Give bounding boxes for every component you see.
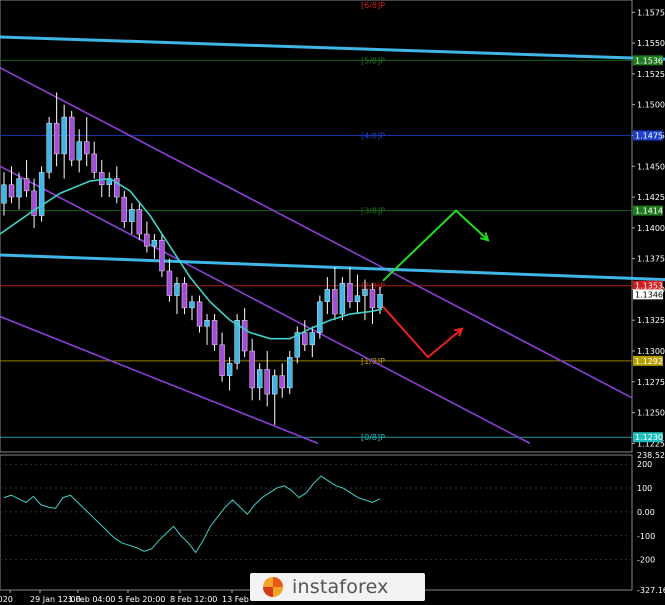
candle-body: [16, 178, 22, 198]
murray-level-label: [3/8]P: [361, 207, 385, 216]
indicator-tick-label: -200: [637, 556, 655, 565]
price-tick-label: 1.1400: [637, 224, 665, 233]
price-tick-label: 1.1325: [637, 316, 665, 325]
candle-body: [53, 122, 60, 155]
candle-body: [23, 178, 30, 192]
price-tick-label: 1.1425: [637, 193, 665, 202]
time-tick-label: 2 Jan 2020: [0, 595, 13, 604]
candle-body: [354, 295, 361, 302]
price-badge-label: 1.1292: [635, 357, 663, 366]
indicator-tick-label: 0.00: [637, 508, 655, 517]
candle-body: [68, 116, 75, 161]
indicator-tick-label: 100: [637, 484, 652, 493]
price-badge-label: 1.1230: [635, 433, 663, 442]
time-tick-label: 8 Feb 12:00: [170, 595, 217, 604]
price-badge-label: 1.1414: [635, 207, 663, 216]
murray-level-label: [6/8]P: [361, 1, 385, 10]
candle-body: [339, 283, 346, 315]
candle-body: [204, 320, 210, 327]
candle-body: [226, 363, 233, 376]
time-tick-label: 5 Feb 20:00: [118, 595, 165, 604]
instaforex-logo: instaforex: [250, 573, 425, 601]
candle-body: [302, 332, 308, 346]
candle-body: [61, 116, 67, 155]
price-badge-label: 1.1536: [635, 56, 663, 65]
candle-body: [377, 294, 383, 309]
indicator-tick-label: -100: [637, 532, 655, 541]
price-axis: 1.1575 1.1550 1.1525 1.1500 1.1475 1.1450 1.14…: [632, 8, 665, 448]
candle-body: [332, 289, 338, 315]
candle-body: [241, 320, 248, 352]
candle-body: [151, 239, 158, 247]
candle-body: [287, 356, 293, 389]
candle-body: [211, 320, 218, 346]
candle-body: [144, 233, 150, 247]
candle-body: [1, 184, 7, 204]
candle-body: [347, 283, 353, 302]
candle-body: [181, 283, 188, 309]
instaforex-logo-text: instaforex: [292, 576, 389, 598]
time-tick-label: 1 Feb 04:00: [68, 595, 115, 604]
candle-body: [189, 301, 195, 309]
candle-body: [264, 369, 270, 395]
candle-body: [317, 301, 323, 333]
candle-body: [369, 289, 376, 309]
candle-body: [279, 375, 285, 389]
indicator-tick-label: -327.1672: [637, 586, 665, 595]
candle-body: [219, 344, 225, 376]
chart-canvas: [6/8]P[5/8]P[4/8]P[3/8]P[2/8]P[1/8]P[0/8…: [0, 0, 665, 605]
candle-body: [324, 289, 331, 302]
candle-body: [38, 172, 45, 216]
time-tick-label: 13 Feb: [222, 595, 249, 604]
price-tick-label: 1.1250: [637, 409, 665, 418]
candle-body: [196, 301, 203, 327]
candle-body: [249, 350, 255, 389]
price-badge-label: 1.1346: [635, 290, 663, 299]
indicator-tick-label: 200: [637, 460, 652, 469]
price-tick-label: 1.1275: [637, 378, 665, 387]
instaforex-logo-mark: [262, 576, 284, 598]
candle-body: [46, 122, 52, 173]
indicator-tick-label: 238.5227: [637, 451, 665, 460]
candle-body: [272, 375, 278, 395]
price-tick-label: 1.1375: [637, 255, 665, 264]
price-tick-label: 1.1525: [637, 70, 665, 79]
candle-body: [309, 332, 316, 346]
price-tick-label: 1.1575: [637, 8, 665, 17]
murray-level-label: [0/8]P: [361, 433, 385, 442]
candle-body: [76, 141, 82, 161]
candle-body: [362, 289, 368, 296]
candle-body: [8, 184, 15, 198]
murray-level-label: [4/8]P: [361, 131, 385, 140]
candle-body: [136, 209, 143, 235]
candle-body: [234, 320, 240, 364]
candle-body: [166, 270, 173, 296]
price-tick-label: 1.1500: [637, 101, 665, 110]
price-badge-label: 1.1475: [635, 131, 663, 140]
price-tick-label: 1.1450: [637, 162, 665, 171]
candle-body: [84, 141, 90, 155]
price-tick-label: 1.1300: [637, 347, 665, 356]
candle-body: [121, 196, 128, 222]
candle-body: [129, 209, 135, 222]
candle-body: [159, 239, 165, 272]
murray-level-label: [5/8]P: [361, 56, 385, 65]
price-tick-label: 1.1550: [637, 39, 665, 48]
candle-body: [256, 369, 263, 389]
candle-body: [91, 153, 97, 173]
candle-body: [174, 283, 180, 296]
